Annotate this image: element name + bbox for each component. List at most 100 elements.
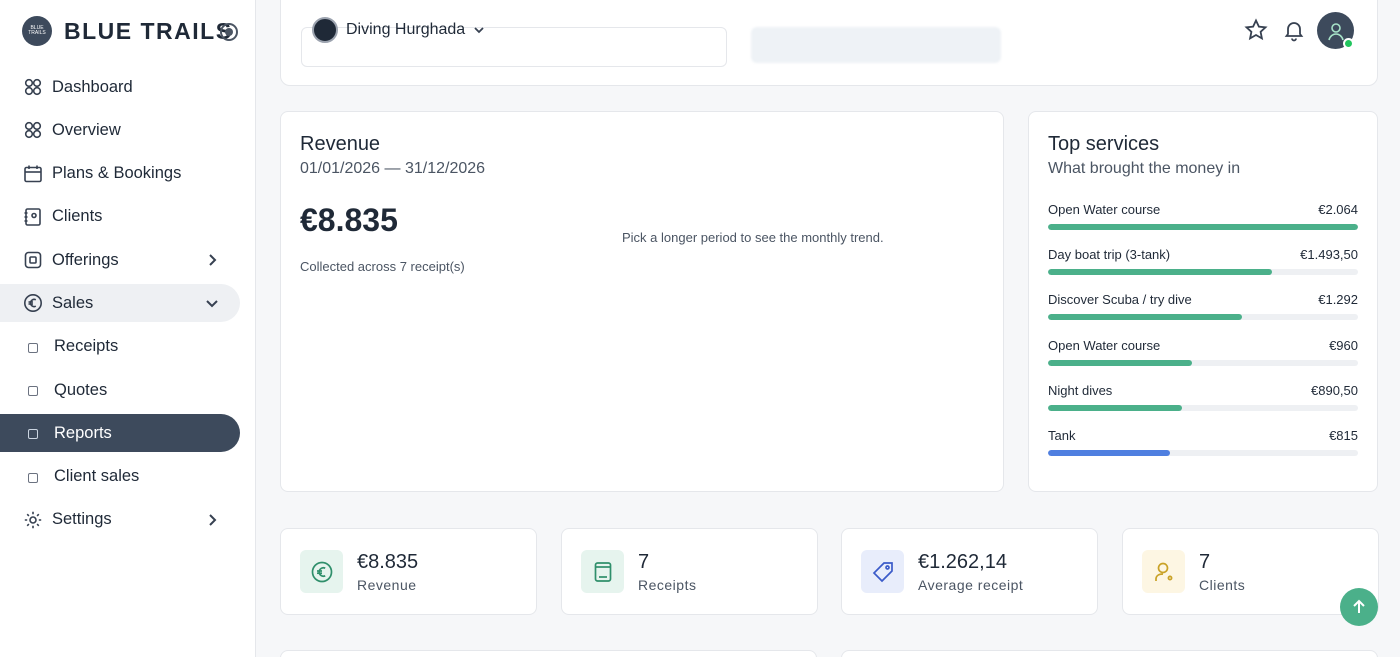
company-switcher[interactable]: Diving Hurghada (312, 17, 485, 43)
sidebar: BLUE TRAILS BLUE TRAILS Dashboard Overvi… (0, 0, 256, 657)
sidebar-item-label: Settings (52, 510, 112, 529)
bell-icon[interactable] (1282, 18, 1306, 42)
service-value: €960 (1329, 337, 1358, 353)
stat-card-revenue: €8.835 Revenue (280, 528, 537, 615)
stat-value: €8.835 (357, 551, 419, 573)
company-name: Diving Hurghada (346, 21, 466, 38)
service-name: Night dives (1048, 382, 1113, 398)
service-value: €1.292 (1318, 292, 1358, 308)
star-icon[interactable] (1244, 18, 1268, 42)
top-services-list: Open Water course €2.064 Day boat trip (… (1048, 202, 1358, 473)
sidebar-item-reports[interactable]: Reports (0, 414, 240, 453)
stat-value: €1.262,14 (918, 551, 1007, 573)
apply-filter-button[interactable] (751, 27, 1001, 63)
box-icon (23, 250, 43, 270)
sidebar-item-label: Sales (52, 293, 94, 312)
sidebar-toggle-icon[interactable] (220, 23, 238, 41)
stat-value: 7 (638, 551, 650, 573)
service-bar-track (1048, 224, 1358, 230)
chevron-right-icon (209, 254, 217, 266)
company-logo (312, 17, 338, 43)
service-name: Open Water course (1048, 202, 1161, 217)
sidebar-item-receipts[interactable]: Receipts (0, 328, 240, 366)
sidebar-item-label: Reports (54, 423, 112, 442)
stat-card-receipts: 7 Receipts (561, 528, 818, 615)
sidebar-item-label: Client sales (54, 467, 140, 486)
square-icon (28, 386, 38, 397)
service-bar (1048, 224, 1358, 230)
sidebar-item-settings[interactable]: Settings (0, 501, 240, 539)
user-icon (1142, 550, 1185, 593)
service-value: €2.064 (1318, 202, 1358, 217)
service-bar (1048, 449, 1171, 456)
arrow-up-icon (1353, 599, 1365, 613)
grid-icon (23, 120, 43, 140)
service-bar (1048, 359, 1193, 366)
chart-card (841, 650, 1378, 657)
service-row: Tank €815 (1048, 428, 1358, 473)
sidebar-item-clients[interactable]: Clients (0, 198, 240, 236)
revenue-trend-note: Pick a longer period to see the monthly … (622, 230, 884, 245)
sidebar-item-dashboard[interactable]: Dashboard (0, 68, 240, 106)
service-bar-track (1048, 269, 1358, 276)
filters-panel (280, 0, 1378, 86)
sidebar-item-label: Dashboard (52, 77, 133, 96)
service-bar-track (1048, 359, 1358, 366)
tag-icon (861, 550, 904, 593)
service-name: Discover Scuba / try dive (1048, 292, 1192, 308)
sidebar-item-label: Overview (52, 120, 121, 139)
service-value: €890,50 (1311, 382, 1358, 398)
calendar-icon (23, 164, 43, 184)
square-icon (28, 342, 38, 353)
service-name: Day boat trip (3-tank) (1048, 247, 1171, 263)
scroll-to-top-button[interactable] (1340, 588, 1378, 626)
sidebar-nav: Dashboard Overview Plans & Bookings Clie… (0, 68, 256, 544)
revenue-amount: €8.835 (300, 202, 398, 238)
service-bar-track (1048, 449, 1358, 456)
euro-icon (300, 550, 343, 593)
service-value: €815 (1329, 427, 1358, 443)
top-services-title: Top services (1048, 133, 1160, 155)
online-status-indicator (1343, 38, 1354, 49)
brand[interactable]: BLUE TRAILS BLUE TRAILS (22, 16, 233, 46)
brand-logo: BLUE TRAILS (22, 16, 52, 46)
service-row: Open Water course €960 (1048, 338, 1358, 383)
chart-card (280, 650, 817, 657)
square-icon (28, 472, 38, 483)
receipt-icon (581, 550, 624, 593)
sidebar-item-label: Clients (52, 207, 103, 226)
revenue-card: Revenue 01/01/2026 — 31/12/2026 €8.835 P… (280, 111, 1004, 492)
sidebar-item-label: Quotes (54, 380, 108, 399)
stat-label: Revenue (357, 577, 417, 593)
sidebar-item-sales[interactable]: Sales (0, 284, 240, 323)
chevron-down-icon (474, 27, 484, 34)
sidebar-item-label: Offerings (52, 250, 119, 269)
top-services-card: Top services What brought the money in O… (1028, 111, 1378, 492)
sidebar-item-client-sales[interactable]: Client sales (0, 458, 240, 496)
service-bar-track (1048, 404, 1358, 411)
sidebar-item-label: Receipts (54, 337, 119, 356)
stat-label: Clients (1199, 577, 1246, 593)
stat-card-average-receipt: €1.262,14 Average receipt (841, 528, 1098, 615)
sidebar-item-plans-bookings[interactable]: Plans & Bookings (0, 155, 240, 193)
sidebar-item-quotes[interactable]: Quotes (0, 371, 240, 409)
service-value: €1.493,50 (1300, 247, 1358, 263)
service-row: Open Water course €2.064 (1048, 202, 1358, 247)
sidebar-item-overview[interactable]: Overview (0, 111, 240, 149)
contacts-icon (23, 207, 43, 227)
service-row: Discover Scuba / try dive €1.292 (1048, 292, 1358, 337)
service-bar (1048, 314, 1243, 321)
stat-value: 7 (1199, 551, 1211, 573)
sidebar-item-offerings[interactable]: Offerings (0, 241, 240, 279)
grid-icon (23, 77, 43, 97)
service-row: Night dives €890,50 (1048, 383, 1358, 428)
brand-name: BLUE TRAILS (64, 17, 233, 44)
service-row: Day boat trip (3-tank) €1.493,50 (1048, 247, 1358, 292)
square-icon (28, 429, 38, 440)
service-bar (1048, 404, 1182, 411)
gear-icon (23, 510, 43, 530)
stat-label: Receipts (638, 577, 697, 593)
sidebar-item-label: Plans & Bookings (52, 164, 182, 183)
service-name: Tank (1048, 427, 1076, 443)
service-name: Open Water course (1048, 337, 1161, 353)
